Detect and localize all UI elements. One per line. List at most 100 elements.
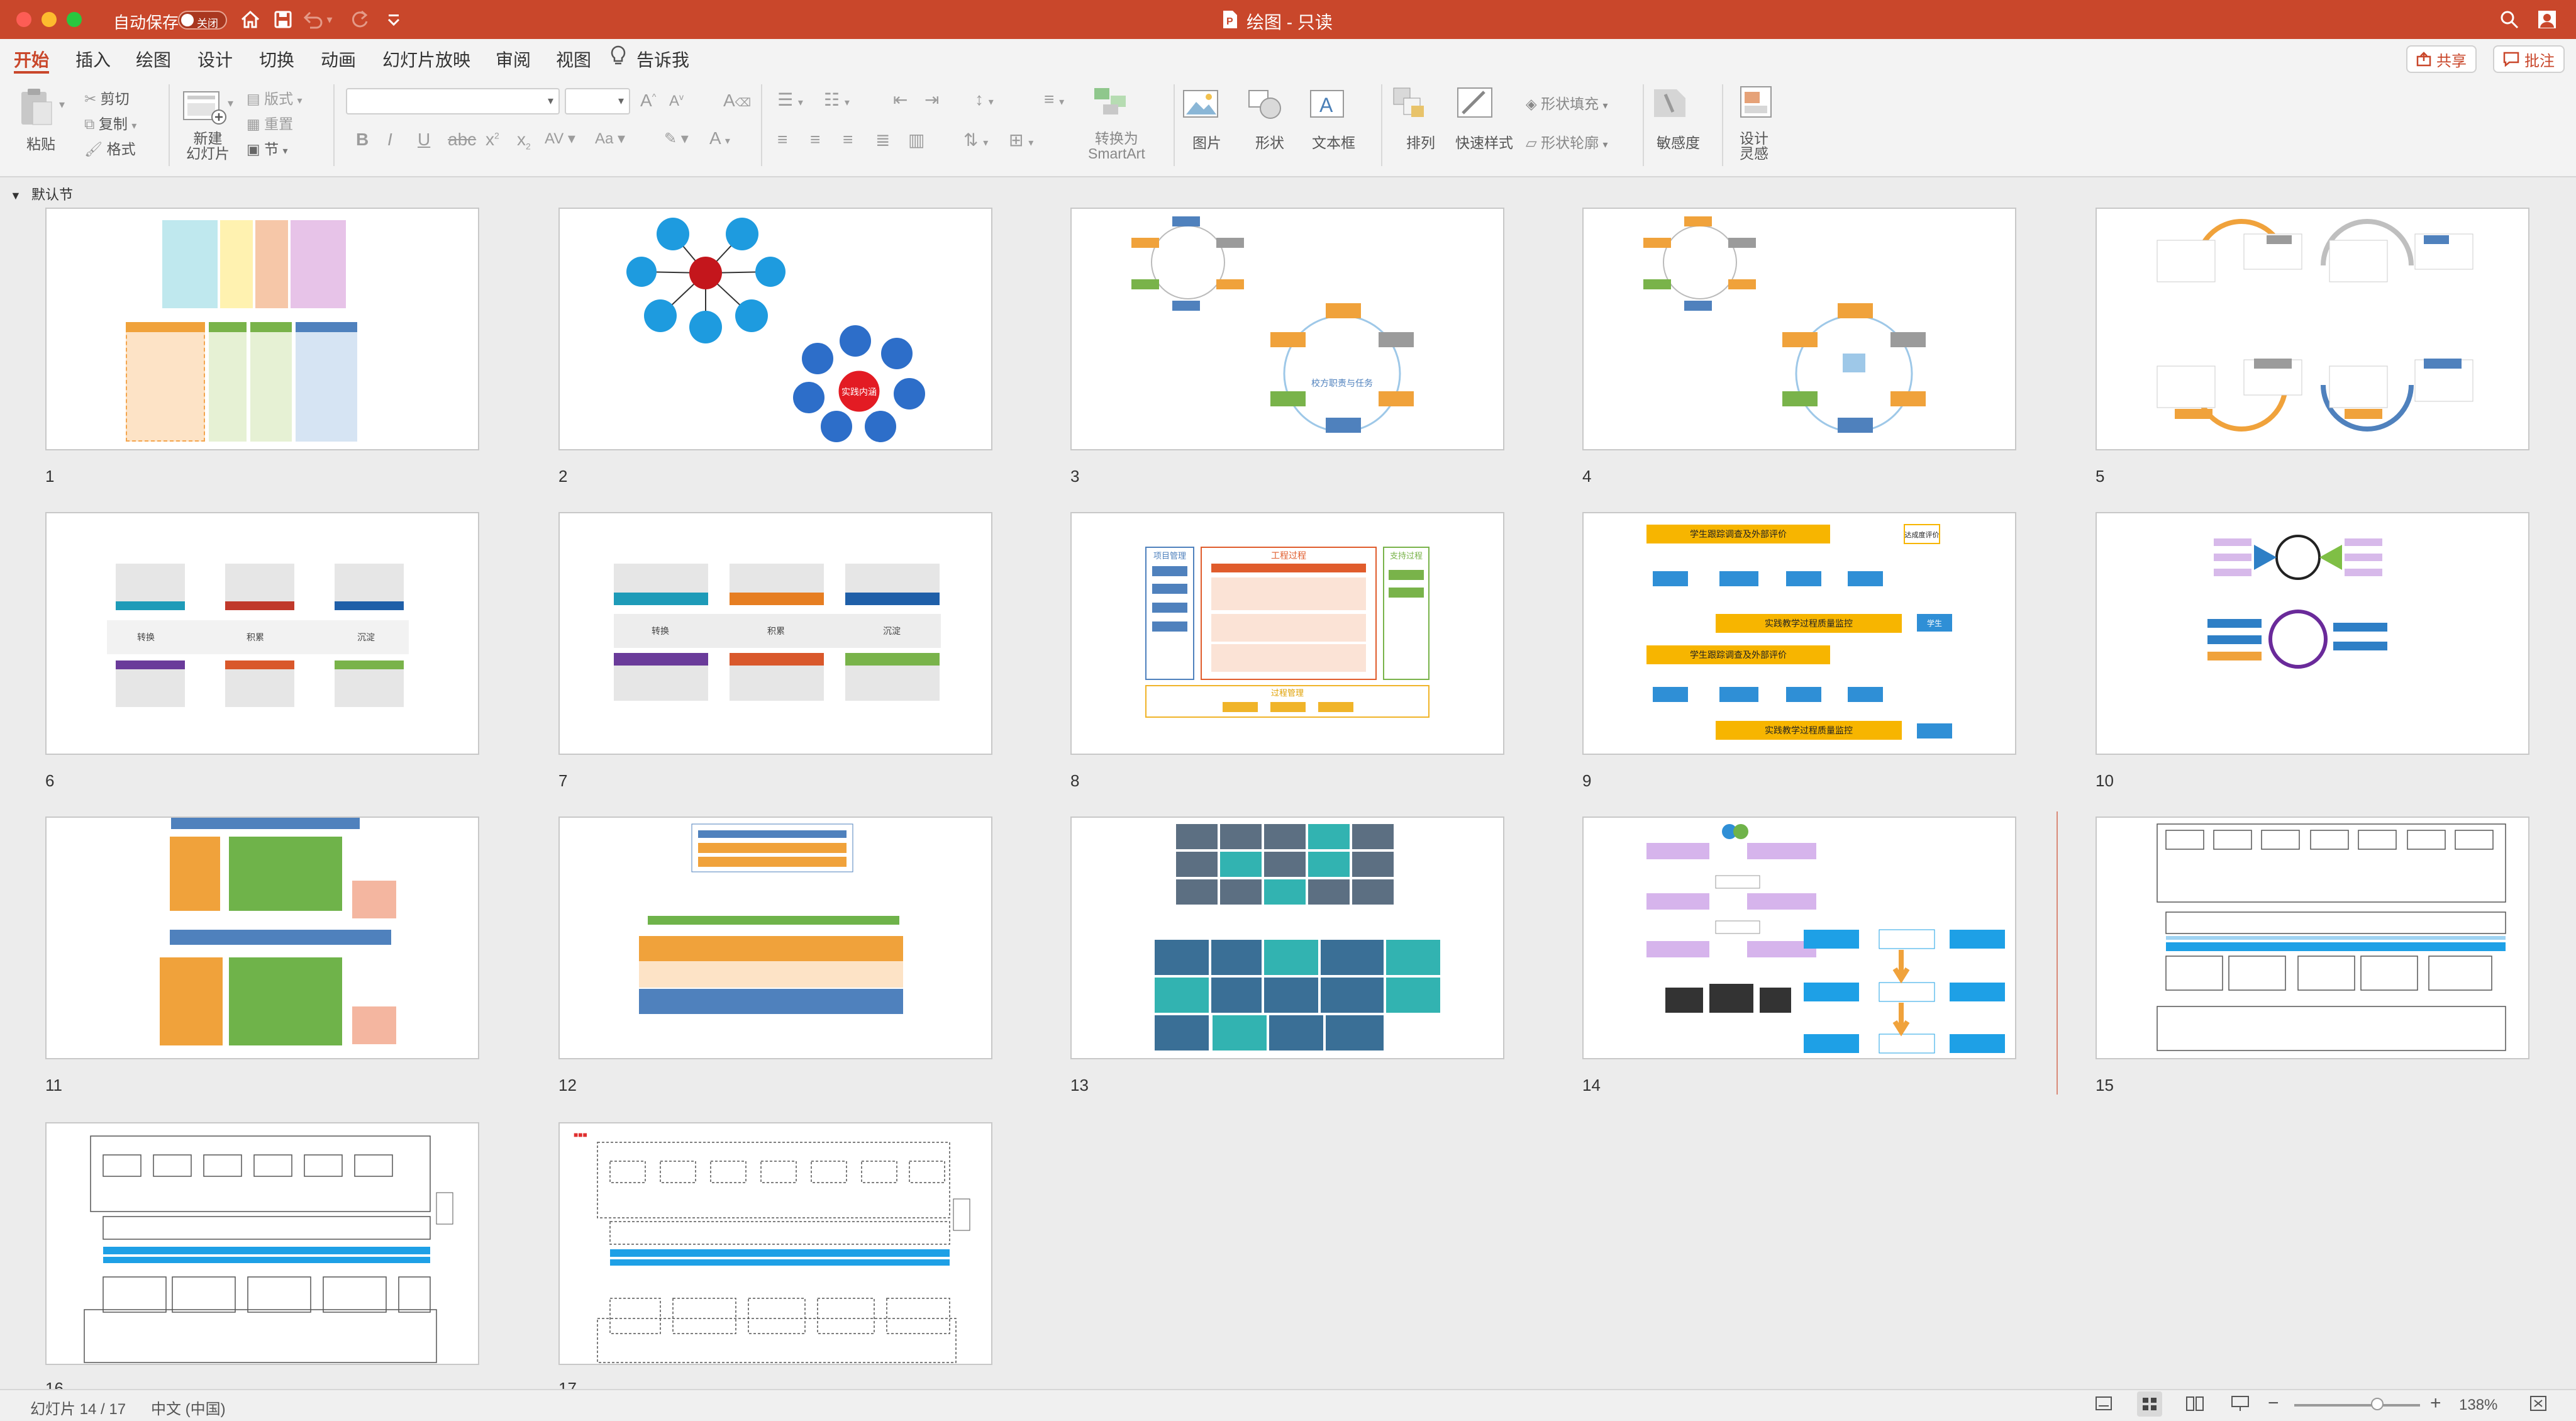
- decrease-font-icon[interactable]: Av: [669, 92, 684, 110]
- numbering-icon[interactable]: ☷ ▾: [824, 89, 850, 110]
- character-spacing-icon[interactable]: AV ▾: [545, 130, 575, 148]
- search-icon[interactable]: [2497, 7, 2522, 32]
- redo-icon[interactable]: [347, 7, 372, 32]
- tell-me-search[interactable]: 告诉我: [636, 47, 689, 72]
- format-painter-button[interactable]: 🖌 格式: [84, 137, 136, 159]
- superscript-icon[interactable]: x2: [486, 130, 499, 150]
- slide-thumbnail-15[interactable]: [2096, 816, 2529, 1059]
- account-icon[interactable]: [2534, 7, 2560, 32]
- close-window-button[interactable]: [16, 12, 31, 27]
- picture-label[interactable]: 图片: [1192, 131, 1221, 152]
- sensitivity-icon[interactable]: [1652, 87, 1688, 123]
- slide-thumbnail-14[interactable]: [1582, 816, 2016, 1059]
- decrease-indent-icon[interactable]: ⇤: [893, 89, 908, 110]
- tab-insert[interactable]: 插入: [75, 47, 111, 72]
- tab-animations[interactable]: 动画: [321, 47, 356, 72]
- text-box-options-icon[interactable]: ≡ ▾: [1044, 89, 1064, 109]
- align-left-icon[interactable]: ≡: [777, 130, 787, 150]
- fit-to-window-icon[interactable]: [2528, 1394, 2548, 1417]
- autosave-toggle[interactable]: 关闭: [178, 11, 227, 30]
- tab-slideshow[interactable]: 幻灯片放映: [382, 47, 470, 72]
- zoom-level[interactable]: 138%: [2459, 1396, 2497, 1414]
- picture-icon[interactable]: [1182, 89, 1219, 121]
- bold-icon[interactable]: B: [356, 130, 369, 150]
- font-size-combo[interactable]: ▾: [565, 88, 630, 114]
- design-ideas-icon[interactable]: [1740, 86, 1772, 123]
- tab-review[interactable]: 审阅: [496, 47, 531, 72]
- arrange-icon[interactable]: [1392, 87, 1429, 123]
- new-slide-icon[interactable]: [182, 88, 226, 129]
- zoom-window-button[interactable]: [67, 12, 82, 27]
- tab-view[interactable]: 视图: [556, 47, 591, 72]
- paste-label[interactable]: 粘贴: [26, 132, 55, 153]
- textbox-label[interactable]: 文本框: [1312, 131, 1355, 152]
- shape-icon[interactable]: [1248, 89, 1285, 123]
- language-status[interactable]: 中文 (中国): [151, 1396, 226, 1418]
- comments-button[interactable]: 批注: [2493, 45, 2565, 73]
- tab-design[interactable]: 设计: [197, 47, 233, 72]
- tab-transitions[interactable]: 切换: [259, 47, 294, 72]
- bullets-icon[interactable]: ☰ ▾: [777, 89, 803, 110]
- slide-thumbnail-13[interactable]: [1070, 816, 1504, 1059]
- slide-thumbnail-7[interactable]: 转换 积累 沉淀: [558, 512, 992, 755]
- tab-draw[interactable]: 绘图: [136, 47, 171, 72]
- slide-thumbnail-8[interactable]: 项目管理 工程过程 支持过程 过程管理: [1070, 512, 1504, 755]
- new-slide-label[interactable]: 新建 幻灯片: [186, 131, 230, 161]
- slide-thumbnail-4[interactable]: [1582, 208, 2016, 450]
- highlight-icon[interactable]: ✎ ▾: [664, 130, 689, 148]
- new-slide-dropdown-icon[interactable]: ▾: [228, 97, 233, 110]
- align-center-icon[interactable]: ≡: [810, 130, 820, 150]
- shape-outline-button[interactable]: ▱ 形状轮廓 ▾: [1526, 131, 1608, 152]
- slide-thumbnail-6[interactable]: 转换 积累 沉淀: [45, 512, 479, 755]
- section-header[interactable]: ▼ 默认节: [10, 184, 73, 204]
- reset-button[interactable]: ▦ 重置: [247, 112, 293, 133]
- italic-icon[interactable]: I: [387, 130, 392, 150]
- paste-dropdown-icon[interactable]: ▾: [59, 98, 65, 111]
- font-name-combo[interactable]: ▾: [346, 88, 560, 114]
- slide-thumbnail-1[interactable]: [45, 208, 479, 450]
- increase-indent-icon[interactable]: ⇥: [924, 89, 939, 110]
- save-icon[interactable]: [270, 7, 296, 32]
- slide-sorter-view-icon[interactable]: [2137, 1391, 2162, 1417]
- zoom-in-button[interactable]: +: [2430, 1393, 2441, 1414]
- slide-thumbnail-9[interactable]: 学生跟踪调查及外部评价 达成度评价 实践教学过程质量监控 学生 学生跟踪调查及外…: [1582, 512, 2016, 755]
- zoom-slider-thumb[interactable]: [2371, 1398, 2384, 1410]
- shape-label[interactable]: 形状: [1255, 131, 1284, 152]
- lightbulb-icon[interactable]: [610, 45, 626, 70]
- change-case-icon[interactable]: Aa ▾: [595, 130, 625, 148]
- text-direction-icon[interactable]: ⇅ ▾: [963, 130, 988, 150]
- reading-view-icon[interactable]: [2185, 1394, 2205, 1417]
- slide-thumbnail-16[interactable]: [45, 1122, 479, 1365]
- arrange-label[interactable]: 排列: [1406, 131, 1435, 152]
- align-right-icon[interactable]: ≡: [843, 130, 853, 150]
- copy-button[interactable]: ⧉ 复制 ▾: [84, 112, 136, 133]
- collapse-section-icon[interactable]: ▼: [10, 189, 21, 202]
- quick-styles-label[interactable]: 快速样式: [1455, 131, 1513, 152]
- zoom-slider[interactable]: [2294, 1398, 2420, 1410]
- customize-toolbar-icon[interactable]: [381, 7, 406, 32]
- strikethrough-icon[interactable]: abc: [448, 130, 476, 150]
- quick-styles-icon[interactable]: [1457, 87, 1496, 123]
- slideshow-view-icon[interactable]: [2230, 1394, 2250, 1417]
- align-text-icon[interactable]: ⊞ ▾: [1009, 130, 1033, 150]
- notes-view-icon[interactable]: [2094, 1394, 2113, 1417]
- font-color-icon[interactable]: A ▾: [709, 128, 730, 148]
- line-spacing-icon[interactable]: ↕ ▾: [975, 89, 994, 109]
- slide-thumbnail-12[interactable]: [558, 816, 992, 1059]
- paste-icon[interactable]: [18, 87, 55, 130]
- undo-dropdown-icon[interactable]: ▾: [322, 7, 337, 32]
- minimize-window-button[interactable]: [42, 12, 57, 27]
- subscript-icon[interactable]: x2: [517, 130, 531, 152]
- section-button[interactable]: ▣ 节 ▾: [247, 137, 288, 159]
- justify-icon[interactable]: ≣: [875, 130, 890, 150]
- tab-home[interactable]: 开始: [14, 47, 49, 72]
- underline-icon[interactable]: U: [418, 130, 430, 150]
- textbox-icon[interactable]: A: [1308, 88, 1346, 123]
- columns-icon[interactable]: ▥: [908, 130, 924, 150]
- increase-font-icon[interactable]: A^: [640, 91, 656, 111]
- slide-thumbnail-5[interactable]: [2096, 208, 2529, 450]
- home-icon[interactable]: [238, 7, 263, 32]
- zoom-out-button[interactable]: −: [2268, 1393, 2279, 1414]
- slide-thumbnail-3[interactable]: 校方职责与任务: [1070, 208, 1504, 450]
- sensitivity-label[interactable]: 敏感度: [1657, 131, 1700, 152]
